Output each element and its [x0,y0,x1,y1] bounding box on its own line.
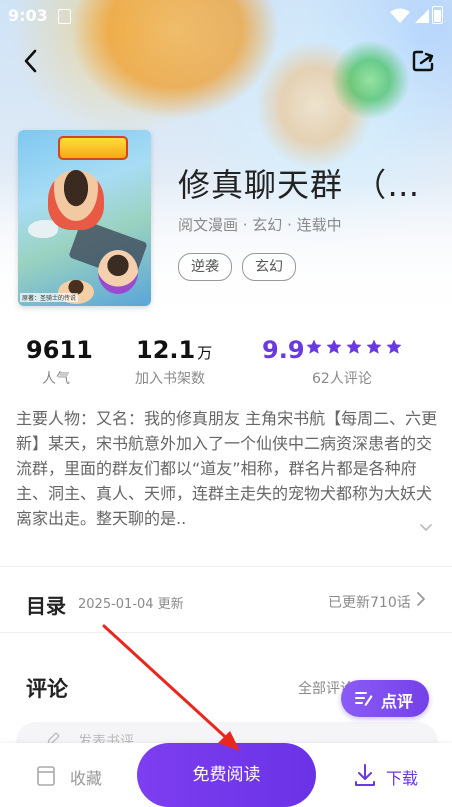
cellular-icon [415,9,429,23]
star-icon [366,339,382,354]
cover-title-logo [58,136,128,160]
download-icon [355,764,375,786]
popularity-value: 9611 [26,336,93,364]
divider [0,566,452,567]
battery-icon [432,6,443,24]
rating-count: 62人评论 [312,371,372,387]
share-icon [412,50,434,72]
shelf-label: 加入书架数 [135,371,205,387]
cover-caption: 原著：圣骑士的传说 [20,293,79,302]
star-icon [326,339,342,354]
status-bar: 9:03 [0,0,452,32]
chevron-right-icon [417,592,425,606]
shelf-unit: 万 [197,344,213,362]
divider [0,632,452,633]
chevron-down-icon[interactable] [418,519,434,535]
bookshelf-icon [37,766,55,786]
star-icon [346,339,362,354]
share-button[interactable] [406,44,440,78]
favorite-label: 收藏 [70,769,103,788]
tag-chip[interactable]: 逆袭 [178,253,232,281]
book-title: 修真聊天群 （又名：我的修真朋友） [178,166,440,204]
popularity-label: 人气 [42,371,70,387]
shelf-value: 12.1 [136,336,196,364]
review-icon [355,692,373,706]
rate-button[interactable]: 点评 [341,680,429,717]
download-label: 下载 [386,769,419,788]
star-icon [386,339,402,354]
catalog-count: 已更新710话 [328,595,411,611]
book-meta: 阅文漫画 · 玄幻 · 连载中 [178,216,342,234]
catalog-updated: 2025-01-04 更新 [78,597,184,612]
book-cover[interactable]: 原著：圣骑士的传说 [18,130,151,306]
rating-value: 9.9 [262,336,305,364]
bottom-bar: 收藏 免费阅读 下载 [0,743,452,807]
cover-character-2 [98,250,138,294]
comments-title: 评论 [26,677,68,701]
shelf-count: 12.1 万 [136,336,212,364]
back-button[interactable] [14,44,48,78]
book-description: 主要人物：又名：我的修真朋友 主角宋书航【每周二、六更新】某天，宋书航意外加入了… [16,409,438,528]
star-icon [306,339,322,354]
hero-art-glow [330,40,410,120]
cover-character-main [48,170,104,230]
tag-chip[interactable]: 玄幻 [242,253,296,281]
rate-button-label: 点评 [381,692,414,711]
status-time: 9:03 [8,6,48,25]
wifi-icon [390,8,410,23]
chevron-left-icon [24,49,37,73]
favorite-button[interactable]: 收藏 [32,759,122,791]
catalog-title: 目录 [26,594,66,618]
free-read-button[interactable]: 免费阅读 [137,743,316,807]
rating-stars [306,339,406,359]
download-button[interactable]: 下载 [350,759,440,791]
notification-icon [58,9,71,24]
